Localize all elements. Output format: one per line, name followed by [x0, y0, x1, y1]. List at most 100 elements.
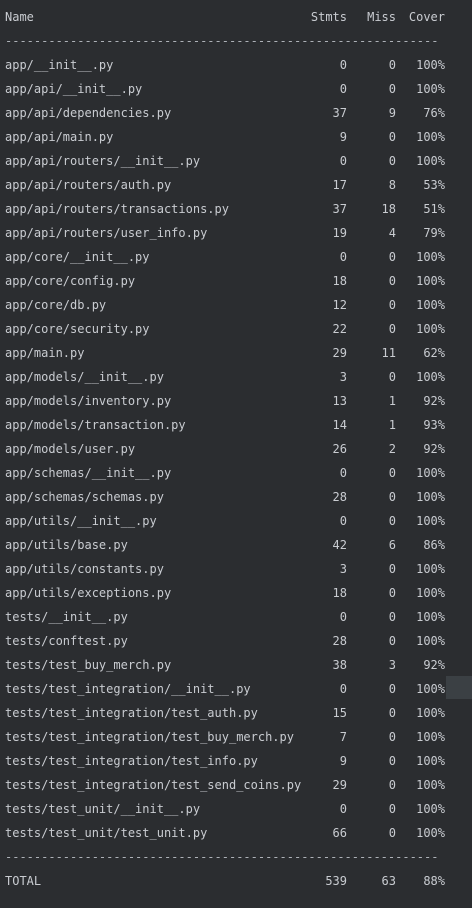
miss-value: 18 — [381, 202, 396, 216]
cover-value: 100% — [416, 802, 445, 816]
cover-value: 100% — [416, 370, 445, 384]
miss-value: 0 — [388, 730, 396, 744]
total-name: TOTAL — [5, 874, 42, 888]
table-row: tests/test_integration/test_info.py 9 0 100… — [0, 749, 472, 773]
cover-value: 100% — [416, 682, 445, 696]
separator-line: ----------------------------------------… — [5, 34, 439, 48]
file-name: tests/test_unit/__init__.py — [5, 802, 201, 816]
miss-value: 0 — [388, 370, 396, 384]
table-row: app/models/inventory.py 13 1 92% — [0, 389, 472, 413]
cover-value: 100% — [416, 778, 445, 792]
stmts-value: 14 — [332, 418, 347, 432]
file-name: app/models/user.py — [5, 442, 136, 456]
table-row: app/api/dependencies.py 37 9 76% — [0, 101, 472, 125]
stmts-value: 0 — [339, 82, 347, 96]
table-row: app/utils/base.py 42 6 86% — [0, 533, 472, 557]
stmts-value: 0 — [339, 682, 347, 696]
total-stmts: 539 — [325, 874, 347, 888]
stmts-value: 37 — [332, 106, 347, 120]
table-row: app/core/security.py 22 0 100% — [0, 317, 472, 341]
miss-value: 0 — [388, 130, 396, 144]
table-row: app/main.py 29 11 62% — [0, 341, 472, 365]
stmts-value: 17 — [332, 178, 347, 192]
table-row: app/schemas/schemas.py 28 0 100% — [0, 485, 472, 509]
scrollbar-marker[interactable] — [446, 676, 472, 699]
file-name: tests/test_buy_merch.py — [5, 658, 172, 672]
stmts-value: 9 — [339, 130, 347, 144]
cover-value: 100% — [416, 610, 445, 624]
miss-value: 0 — [388, 250, 396, 264]
header-row: Name Stmts Miss Cover — [0, 5, 472, 29]
miss-value: 0 — [388, 610, 396, 624]
cover-value: 100% — [416, 130, 445, 144]
file-name: tests/test_integration/test_send_coins.p… — [5, 778, 302, 792]
miss-value: 1 — [388, 394, 396, 408]
file-name: tests/test_integration/test_buy_merch.py — [5, 730, 294, 744]
stmts-value: 0 — [339, 250, 347, 264]
cover-value: 100% — [416, 754, 445, 768]
file-name: app/schemas/schemas.py — [5, 490, 164, 504]
total-row: TOTAL 539 63 88% — [0, 869, 472, 893]
table-row: app/api/routers/transactions.py 37 18 51% — [0, 197, 472, 221]
cover-value: 100% — [416, 586, 445, 600]
separator-top: ----------------------------------------… — [0, 29, 472, 53]
cover-value: 76% — [423, 106, 445, 120]
miss-value: 0 — [388, 754, 396, 768]
table-row: app/utils/constants.py 3 0 100% — [0, 557, 472, 581]
table-row: app/schemas/__init__.py 0 0 100% — [0, 461, 472, 485]
table-row: app/models/transaction.py 14 1 93% — [0, 413, 472, 437]
stmts-value: 0 — [339, 58, 347, 72]
cover-value: 79% — [423, 226, 445, 240]
cover-value: 100% — [416, 490, 445, 504]
table-row: app/models/__init__.py 3 0 100% — [0, 365, 472, 389]
table-row: tests/__init__.py 0 0 100% — [0, 605, 472, 629]
header-name: Name — [5, 10, 34, 24]
cover-value: 93% — [423, 418, 445, 432]
stmts-value: 29 — [332, 346, 347, 360]
miss-value: 0 — [388, 490, 396, 504]
stmts-value: 9 — [339, 754, 347, 768]
table-row: app/api/routers/auth.py 17 8 53% — [0, 173, 472, 197]
miss-value: 9 — [388, 106, 396, 120]
stmts-value: 3 — [339, 370, 347, 384]
table-row: app/api/routers/__init__.py 0 0 100% — [0, 149, 472, 173]
miss-value: 0 — [388, 634, 396, 648]
header-stmts: Stmts — [310, 10, 347, 24]
file-name: app/__init__.py — [5, 58, 114, 72]
file-name: tests/test_unit/test_unit.py — [5, 826, 208, 840]
file-name: app/utils/exceptions.py — [5, 586, 172, 600]
stmts-value: 18 — [332, 274, 347, 288]
cover-value: 86% — [423, 538, 445, 552]
cover-value: 100% — [416, 826, 445, 840]
table-row: app/utils/exceptions.py 18 0 100% — [0, 581, 472, 605]
miss-value: 0 — [388, 706, 396, 720]
total-miss: 63 — [381, 874, 396, 888]
file-name: app/models/inventory.py — [5, 394, 172, 408]
table-row: tests/test_unit/__init__.py 0 0 100% — [0, 797, 472, 821]
cover-value: 53% — [423, 178, 445, 192]
file-name: app/api/routers/transactions.py — [5, 202, 229, 216]
cover-value: 100% — [416, 58, 445, 72]
table-row: app/__init__.py 0 0 100% — [0, 53, 472, 77]
file-name: tests/test_integration/__init__.py — [5, 682, 251, 696]
file-name: app/api/__init__.py — [5, 82, 143, 96]
miss-value: 0 — [388, 778, 396, 792]
miss-value: 0 — [388, 514, 396, 528]
file-name: tests/test_integration/test_auth.py — [5, 706, 258, 720]
table-row: tests/test_unit/test_unit.py 66 0 100% — [0, 821, 472, 845]
miss-value: 0 — [388, 466, 396, 480]
cover-value: 100% — [416, 562, 445, 576]
stmts-value: 37 — [332, 202, 347, 216]
file-name: app/schemas/__init__.py — [5, 466, 172, 480]
miss-value: 0 — [388, 586, 396, 600]
coverage-report: Name Stmts Miss Cover ------------------… — [0, 0, 472, 908]
cover-value: 100% — [416, 274, 445, 288]
table-row: app/api/__init__.py 0 0 100% — [0, 77, 472, 101]
table-row: tests/test_integration/test_auth.py 15 0 10… — [0, 701, 472, 725]
stmts-value: 0 — [339, 514, 347, 528]
file-name: app/api/main.py — [5, 130, 114, 144]
miss-value: 8 — [388, 178, 396, 192]
cover-value: 92% — [423, 394, 445, 408]
miss-value: 0 — [388, 562, 396, 576]
file-name: app/utils/__init__.py — [5, 514, 157, 528]
